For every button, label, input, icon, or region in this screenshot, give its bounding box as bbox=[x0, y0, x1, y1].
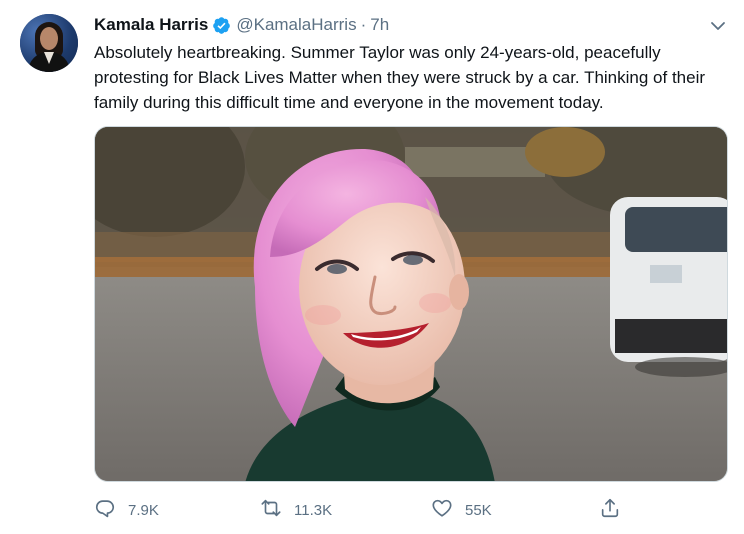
reply-icon bbox=[94, 497, 116, 523]
tweet-text: Absolutely heartbreaking. Summer Taylor … bbox=[94, 43, 706, 112]
author-handle[interactable]: @KamalaHarris bbox=[236, 15, 356, 35]
like-icon bbox=[431, 497, 453, 523]
reply-count: 7.9K bbox=[128, 501, 159, 519]
tweet-photo[interactable] bbox=[94, 126, 728, 482]
tweet-header: Kamala Harris @KamalaHarris · 7h bbox=[94, 12, 389, 38]
reply-button[interactable]: 7.9K bbox=[94, 496, 159, 524]
retweet-button[interactable]: 11.3K bbox=[260, 496, 332, 524]
share-button[interactable] bbox=[599, 496, 621, 524]
tweet-actions: 7.9K 11.3K 55K bbox=[94, 496, 654, 524]
retweet-icon bbox=[260, 497, 282, 523]
author-name[interactable]: Kamala Harris bbox=[94, 15, 208, 35]
tweet[interactable]: Kamala Harris @KamalaHarris · 7h Absolut… bbox=[0, 0, 744, 534]
avatar[interactable] bbox=[20, 14, 78, 72]
chevron-down-icon[interactable] bbox=[708, 16, 728, 36]
like-count: 55K bbox=[465, 501, 492, 519]
like-button[interactable]: 55K bbox=[431, 496, 492, 524]
retweet-count: 11.3K bbox=[294, 501, 333, 519]
tweet-timestamp[interactable]: 7h bbox=[370, 15, 389, 35]
share-icon bbox=[599, 497, 621, 523]
verified-badge-icon bbox=[212, 16, 231, 35]
header-separator: · bbox=[360, 15, 367, 34]
